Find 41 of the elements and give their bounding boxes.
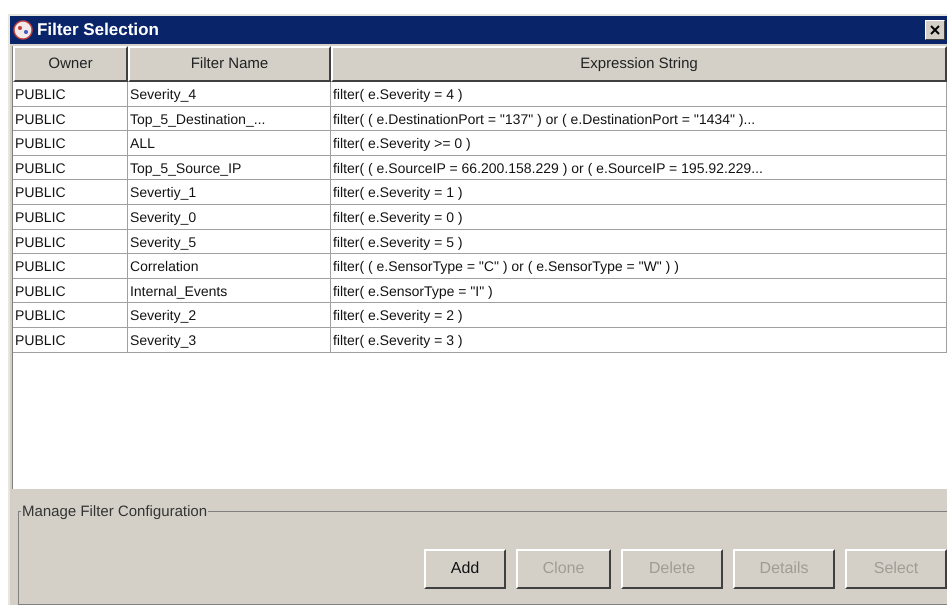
table-cell: filter( e.Severity = 2 ) — [331, 303, 947, 327]
action-button[interactable]: Add — [424, 549, 506, 589]
table-cell: Top_5_Destination_... — [128, 106, 331, 130]
table-cell: filter( ( e.SensorType = "C" ) or ( e.SensorType = "W" ) ) — [331, 254, 947, 278]
table-cell: PUBLIC — [13, 82, 128, 106]
table-cell: Severity_2 — [128, 303, 331, 327]
column-header[interactable]: Expression String — [331, 46, 947, 82]
table-cell: filter( e.Severity = 1 ) — [331, 180, 947, 204]
table-cell: Severity_5 — [128, 230, 331, 254]
table-cell: PUBLIC — [13, 106, 128, 130]
close-button[interactable] — [925, 20, 945, 40]
table-cell: PUBLIC — [13, 180, 128, 204]
table-cell: PUBLIC — [13, 230, 128, 254]
table-cell: Top_5_Source_IP — [128, 156, 331, 180]
table-cell: Severtiy_1 — [128, 180, 331, 204]
window-title: Filter Selection — [37, 19, 159, 42]
close-icon — [930, 25, 940, 35]
table-cell: Internal_Events — [128, 278, 331, 302]
table-cell: filter( e.Severity = 3 ) — [331, 328, 947, 352]
table-cell: filter( e.SensorType = "I" ) — [331, 278, 947, 302]
app-icon — [12, 19, 34, 41]
table-cell: filter( e.Severity = 5 ) — [331, 230, 947, 254]
table-cell: filter( e.Severity = 4 ) — [331, 82, 947, 106]
table-cell: PUBLIC — [13, 156, 128, 180]
table-cell: PUBLIC — [13, 204, 128, 229]
table-cell: filter( e.Severity >= 0 ) — [331, 131, 947, 155]
table-cell: filter( ( e.DestinationPort = "137" ) or ( e.DestinationPort = "1434" )... — [331, 106, 947, 130]
table-cell: Correlation — [128, 254, 331, 278]
table-cell: filter( ( e.SourceIP = 66.200.158.229 ) or ( e.SourceIP = 195.92.229... — [331, 156, 947, 180]
table-cell: PUBLIC — [13, 254, 128, 278]
table-cell: Severity_0 — [128, 204, 331, 229]
table-cell: Severity_4 — [128, 82, 331, 106]
table-cell: PUBLIC — [13, 278, 128, 302]
table-cell: PUBLIC — [13, 131, 128, 155]
table-cell: Severity_3 — [128, 328, 331, 352]
column-header[interactable]: Owner — [13, 46, 128, 82]
column-header[interactable]: Filter Name — [128, 46, 331, 82]
table-cell: PUBLIC — [13, 328, 128, 352]
table-cell: filter( e.Severity = 0 ) — [331, 204, 947, 229]
table-cell: PUBLIC — [13, 303, 128, 327]
table-cell: ALL — [128, 131, 331, 155]
